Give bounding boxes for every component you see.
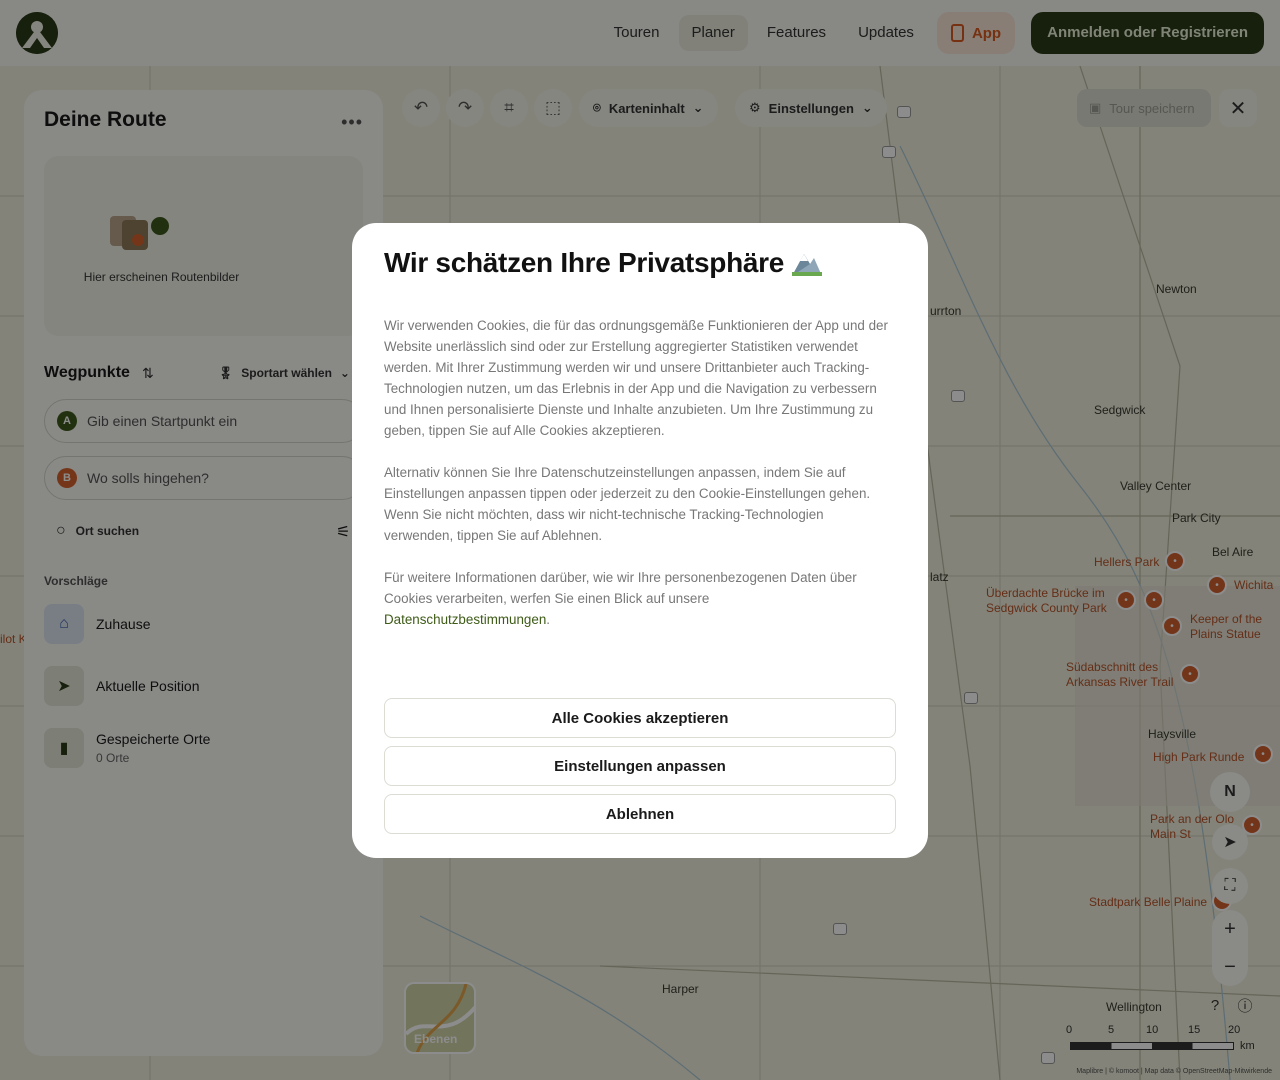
- cookie-paragraph-3: Für weitere Informationen darüber, wie w…: [384, 570, 857, 627]
- decline-cookies-button[interactable]: Ablehnen: [384, 794, 896, 834]
- cookie-consent-dialog: Wir schätzen Ihre Privatsphäre Wir verwe…: [352, 223, 928, 858]
- cookie-paragraph-3-text: Für weitere Informationen darüber, wie w…: [384, 570, 857, 606]
- mountain-icon: [792, 254, 823, 276]
- accept-all-cookies-button[interactable]: Alle Cookies akzeptieren: [384, 698, 896, 738]
- cookie-dialog-title: Wir schätzen Ihre Privatsphäre: [384, 247, 785, 278]
- cookie-title-row: Wir schätzen Ihre Privatsphäre: [384, 247, 896, 279]
- cookie-paragraph-2: Alternativ können Sie Ihre Datenschutzei…: [384, 465, 871, 543]
- customize-settings-button[interactable]: Einstellungen anpassen: [384, 746, 896, 786]
- cookie-paragraph-1: Wir verwenden Cookies, die für das ordnu…: [384, 318, 888, 438]
- privacy-policy-link[interactable]: Datenschutzbestimmungen: [384, 612, 546, 627]
